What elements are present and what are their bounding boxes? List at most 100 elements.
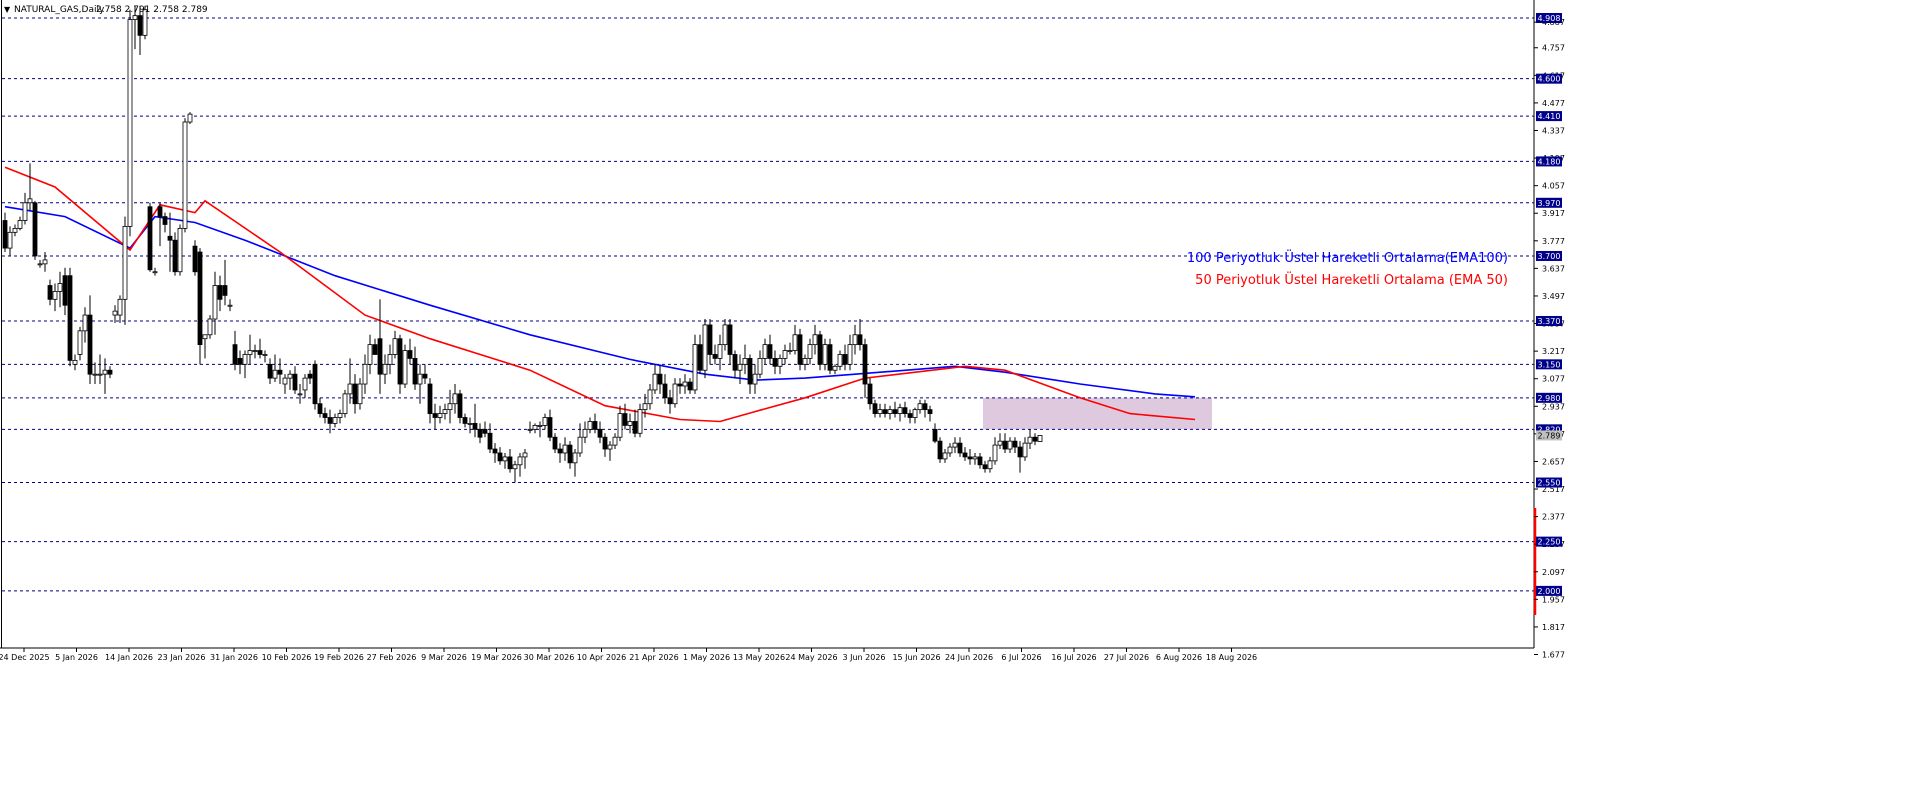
bullish-candle-body — [917, 403, 923, 411]
bullish-candle-body — [637, 409, 643, 434]
bearish-candle-body — [257, 350, 263, 355]
bearish-candle-body — [707, 324, 713, 355]
level-price-tag-label: 2.550 — [1538, 479, 1561, 488]
price-chart[interactable]: 4.8874.7574.6174.4774.3374.1974.0573.917… — [0, 0, 1916, 812]
candle-37 — [187, 112, 193, 124]
candle-36 — [182, 118, 188, 233]
bearish-candle-body — [462, 417, 468, 424]
bullish-candle-body — [942, 452, 948, 460]
bullish-candle-body — [792, 334, 798, 351]
bullish-candle-body — [417, 373, 423, 385]
bearish-candle-body — [922, 403, 928, 411]
bullish-candle-body — [182, 121, 188, 229]
collapse-arrow-icon[interactable]: ▼ — [4, 5, 11, 14]
bullish-candle-body — [72, 359, 78, 365]
bearish-candle-body — [327, 417, 333, 424]
bullish-candle-body — [302, 377, 308, 391]
bearish-candle-body — [697, 344, 703, 371]
bearish-candle-body — [137, 15, 143, 36]
ema50-legend-label: 50 Periyotluk Üstel Hareketli Ortalama (… — [1195, 271, 1508, 288]
bearish-candle-body — [397, 338, 403, 385]
bearish-candle-body — [882, 409, 888, 414]
x-tick-label: 31 Jan 2026 — [210, 653, 258, 662]
bullish-candle-body — [112, 310, 118, 316]
candle-25 — [127, 9, 133, 237]
bullish-candle-body — [57, 283, 63, 292]
x-tick-label: 27 Feb 2026 — [367, 653, 417, 662]
bearish-candle-body — [407, 350, 413, 359]
bullish-candle-body — [752, 373, 758, 385]
bullish-candle-body — [812, 334, 818, 346]
bullish-candle-body — [832, 365, 838, 371]
bearish-candle-body — [797, 334, 803, 365]
chart-symbol-title: NATURAL_GAS,Daily — [14, 5, 105, 15]
ema100-legend-label: 100 Periyotluk Üstel Hareketli Ortalama(… — [1187, 249, 1508, 266]
bullish-candle-body — [132, 15, 138, 20]
bearish-candle-body — [487, 432, 493, 450]
x-tick-label: 24 Dec 2025 — [0, 653, 50, 662]
bullish-candle-body — [297, 393, 303, 396]
bearish-candle-body — [162, 216, 168, 225]
bullish-candle-body — [467, 423, 473, 425]
bearish-candle-body — [767, 344, 773, 359]
level-price-tag-label: 3.700 — [1538, 252, 1561, 261]
bearish-candle-body — [507, 456, 513, 470]
bearish-candle-body — [732, 354, 738, 371]
x-tick-label: 6 Aug 2026 — [1156, 653, 1202, 662]
bearish-candle-body — [277, 369, 283, 375]
bullish-candle-body — [332, 417, 338, 424]
bullish-candle-body — [82, 314, 88, 332]
bullish-candle-body — [847, 344, 853, 365]
bullish-candle-body — [207, 318, 213, 336]
bearish-candle-body — [982, 464, 988, 470]
bearish-candle-body — [727, 324, 733, 355]
bearish-candle-body — [62, 275, 68, 306]
x-tick-label: 9 Mar 2026 — [421, 653, 467, 662]
bullish-candle-body — [887, 409, 893, 414]
bullish-candle-body — [702, 324, 708, 371]
bearish-candle-body — [412, 358, 418, 385]
candle-159 — [797, 328, 803, 371]
bearish-candle-body — [232, 344, 238, 365]
y-tick-label: 4.477 — [1542, 99, 1565, 108]
y-tick-label: 2.377 — [1542, 513, 1565, 522]
level-price-tag-label: 2.000 — [1538, 587, 1561, 596]
candle-41 — [207, 315, 213, 339]
bearish-candle-body — [427, 383, 433, 414]
bullish-candle-body — [577, 436, 583, 454]
bullish-candle-body — [402, 350, 408, 385]
bullish-candle-body — [522, 452, 528, 458]
bearish-candle-body — [657, 373, 663, 385]
x-tick-label: 23 Jan 2026 — [158, 653, 206, 662]
x-tick-label: 30 Mar 2026 — [524, 653, 575, 662]
y-tick-label: 4.757 — [1542, 44, 1565, 53]
bullish-candle-body — [362, 363, 368, 385]
bearish-candle-body — [372, 344, 378, 355]
bearish-candle-body — [457, 393, 463, 418]
bullish-candle-body — [17, 220, 23, 229]
bullish-candle-body — [542, 417, 548, 426]
bearish-candle-body — [967, 456, 973, 460]
bearish-candle-body — [892, 409, 898, 414]
bullish-candle-body — [972, 456, 978, 460]
bullish-candle-body — [502, 456, 508, 462]
x-tick-label: 18 Aug 2026 — [1206, 653, 1257, 662]
bullish-candle-body — [777, 358, 783, 367]
bearish-candle-body — [927, 409, 933, 414]
bullish-candle-body — [1007, 440, 1013, 450]
bearish-candle-body — [472, 423, 478, 430]
x-tick-label: 10 Apr 2026 — [577, 653, 626, 662]
bearish-candle-body — [902, 407, 908, 414]
bearish-candle-body — [592, 421, 598, 430]
bullish-candle-body — [782, 350, 788, 359]
bearish-candle-body — [87, 314, 93, 375]
level-price-tag-label: 4.180 — [1538, 157, 1561, 166]
bearish-candle-body — [842, 354, 848, 365]
bullish-candle-body — [212, 285, 218, 320]
bullish-candle-body — [562, 444, 568, 454]
bullish-candle-body — [837, 354, 843, 367]
bullish-candle-body — [997, 440, 1003, 446]
bearish-candle-body — [632, 421, 638, 434]
bearish-candle-body — [772, 358, 778, 367]
bullish-candle-body — [92, 373, 98, 376]
